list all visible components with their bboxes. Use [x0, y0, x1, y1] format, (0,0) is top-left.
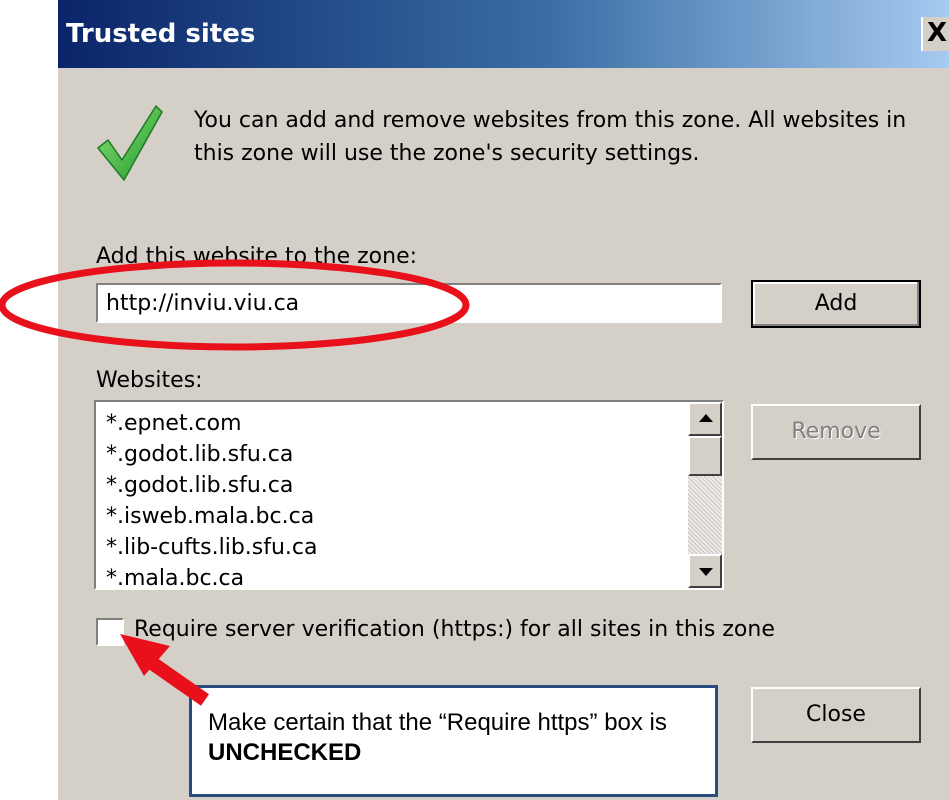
vertical-scrollbar[interactable]: [688, 402, 722, 588]
list-item[interactable]: *.lib-cufts.lib.sfu.ca: [106, 532, 686, 563]
website-url-input[interactable]: [96, 283, 722, 323]
green-checkmark-icon: [97, 105, 163, 181]
window-close-button[interactable]: X: [921, 17, 949, 51]
callout-text-bold: UNCHECKED: [208, 739, 362, 766]
arrow-up-icon: [699, 414, 713, 422]
list-item[interactable]: *.isweb.mala.bc.ca: [106, 501, 686, 532]
require-https-checkbox[interactable]: [96, 618, 124, 646]
add-website-label: Add this website to the zone:: [96, 244, 418, 269]
title-bar: Trusted sites X: [58, 0, 949, 68]
add-button[interactable]: Add: [751, 280, 921, 328]
websites-label: Websites:: [96, 368, 203, 393]
list-item[interactable]: *.mala.bc.ca: [106, 563, 686, 588]
callout-text-plain: Make certain that the “Require https” bo…: [208, 709, 667, 736]
websites-listbox[interactable]: *.epnet.com *.godot.lib.sfu.ca *.godot.l…: [94, 400, 724, 590]
arrow-down-icon: [699, 568, 713, 576]
callout-text: Make certain that the “Require https” bo…: [208, 708, 698, 768]
scroll-up-button[interactable]: [688, 402, 722, 436]
window-title: Trusted sites: [66, 19, 256, 49]
close-button[interactable]: Close: [751, 687, 921, 743]
require-https-label[interactable]: Require server verification (https:) for…: [134, 617, 775, 642]
remove-button[interactable]: Remove: [751, 404, 921, 460]
scrollbar-thumb[interactable]: [688, 436, 722, 476]
websites-list: *.epnet.com *.godot.lib.sfu.ca *.godot.l…: [106, 408, 686, 588]
trusted-sites-dialog: Trusted sites X You can add and remove w…: [58, 0, 949, 800]
list-item[interactable]: *.godot.lib.sfu.ca: [106, 470, 686, 501]
scroll-down-button[interactable]: [688, 554, 722, 588]
zone-description: You can add and remove websites from thi…: [194, 108, 907, 166]
list-item[interactable]: *.godot.lib.sfu.ca: [106, 439, 686, 470]
list-item[interactable]: *.epnet.com: [106, 408, 686, 439]
instruction-callout: Make certain that the “Require https” bo…: [189, 685, 718, 797]
